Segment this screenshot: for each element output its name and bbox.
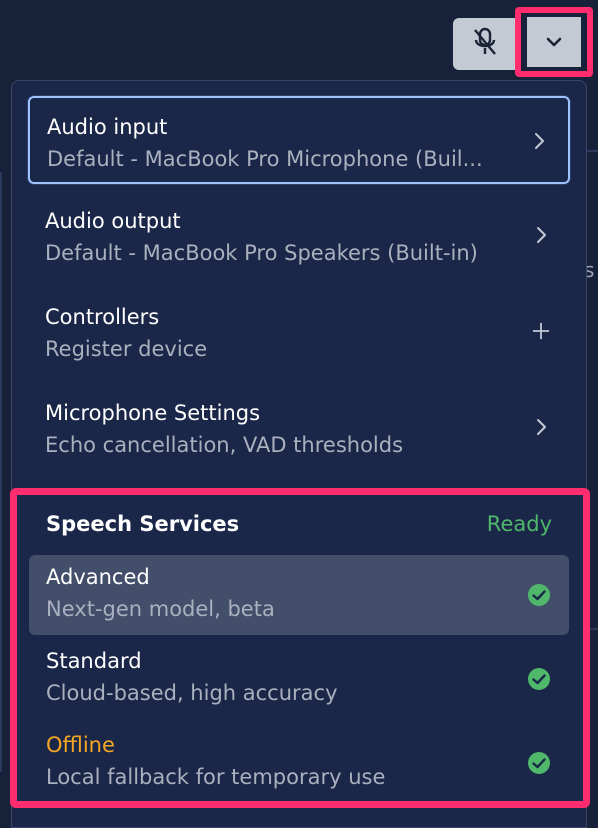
speech-option-advanced[interactable]: Advanced Next-gen model, beta — [29, 555, 569, 635]
menu-item-audio-input[interactable]: Audio input Default - MacBook Pro Microp… — [28, 96, 570, 184]
option-title: Offline — [46, 733, 115, 757]
menu-item-title: Audio output — [45, 209, 181, 233]
dropdown-button-face[interactable] — [527, 17, 581, 67]
app-root: s Audio input Default - MacBook Pro Micr… — [0, 0, 598, 828]
speech-option-offline[interactable]: Offline Local fallback for temporary use — [29, 723, 569, 803]
check-circle-icon — [527, 583, 551, 607]
menu-item-title: Controllers — [45, 305, 160, 329]
chevron-right-icon — [530, 130, 548, 152]
menu-item-subtitle: Echo cancellation, VAD thresholds — [45, 433, 404, 457]
background-divider — [0, 172, 2, 772]
option-subtitle: Local fallback for temporary use — [46, 765, 386, 789]
option-subtitle: Next-gen model, beta — [46, 597, 275, 621]
chevron-down-icon — [545, 33, 563, 52]
menu-item-subtitle: Register device — [45, 337, 208, 361]
speech-option-standard[interactable]: Standard Cloud-based, high accuracy — [29, 639, 569, 719]
menu-item-subtitle: Default - MacBook Pro Microphone (Buil..… — [47, 147, 483, 171]
menu-item-audio-output[interactable]: Audio output Default - MacBook Pro Speak… — [28, 192, 570, 280]
speech-services-title: Speech Services — [46, 512, 240, 536]
mute-microphone-button[interactable] — [453, 18, 517, 70]
menu-item-controllers[interactable]: Controllers Register device — [28, 288, 570, 376]
option-title: Advanced — [46, 565, 150, 589]
menu-item-microphone-settings[interactable]: Microphone Settings Echo cancellation, V… — [28, 384, 570, 472]
check-circle-icon — [527, 751, 551, 775]
option-title: Standard — [46, 649, 142, 673]
mic-off-icon — [472, 27, 498, 61]
check-circle-icon — [527, 667, 551, 691]
audio-options-dropdown-button[interactable] — [515, 7, 593, 77]
option-subtitle: Cloud-based, high accuracy — [46, 681, 338, 705]
status-badge: Ready — [486, 512, 552, 536]
chevron-right-icon — [532, 224, 550, 246]
menu-item-title: Audio input — [47, 115, 168, 139]
background-divider — [586, 150, 598, 152]
plus-icon — [532, 320, 550, 342]
menu-item-subtitle: Default - MacBook Pro Speakers (Built-in… — [45, 241, 478, 265]
speech-services-header: Speech Services Ready — [46, 512, 552, 542]
menu-item-title: Microphone Settings — [45, 401, 261, 425]
chevron-right-icon — [532, 416, 550, 438]
